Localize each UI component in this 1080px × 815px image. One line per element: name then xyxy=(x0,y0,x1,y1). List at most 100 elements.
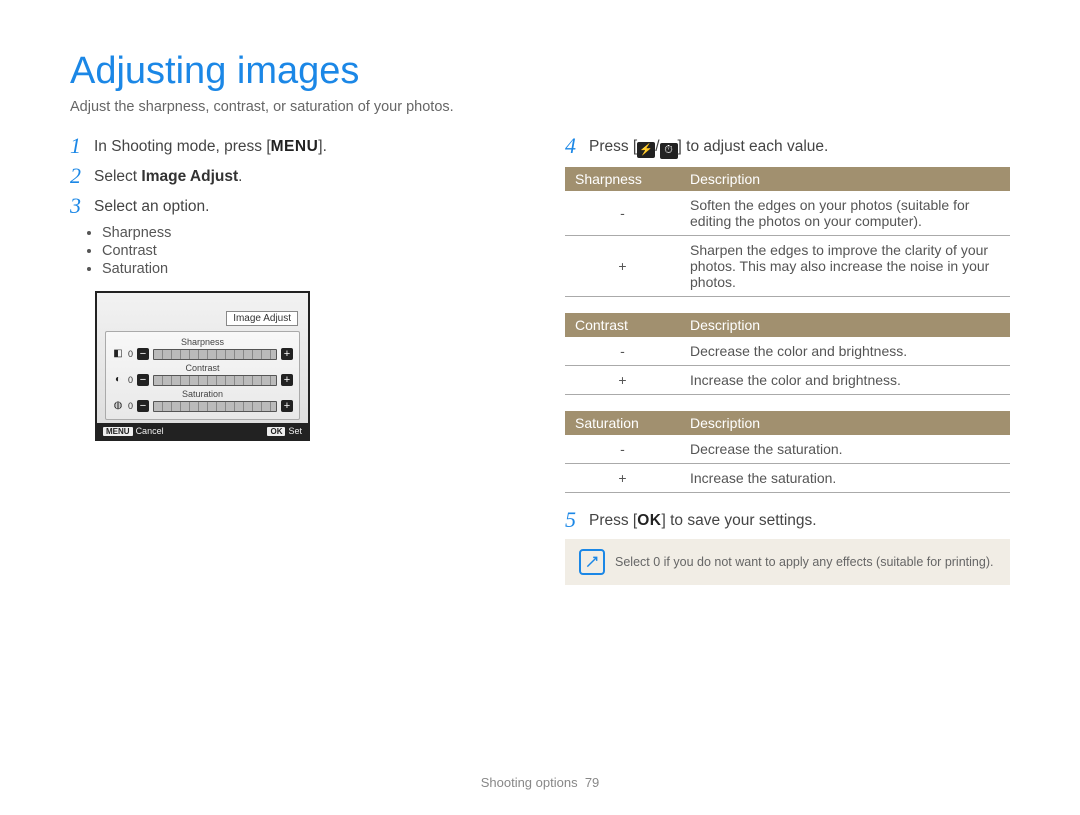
step-text-after: ] to adjust each value. xyxy=(678,138,829,155)
screen-row-contrast: Contrast ◐ 0 − + xyxy=(112,363,293,386)
page-title: Adjusting images xyxy=(70,50,1010,93)
timer-icon: ⏱ xyxy=(660,143,678,159)
ok-key: OK xyxy=(637,512,661,529)
content-columns: 1 In Shooting mode, press [MENU]. 2 Sele… xyxy=(70,135,1010,585)
step-4: 4 Press [⚡/⏱] to adjust each value. xyxy=(565,135,1010,159)
minus-icon: − xyxy=(137,400,149,412)
table-row: +Sharpen the edges to improve the clarit… xyxy=(565,235,1010,296)
screen-row-zero: 0 xyxy=(128,401,133,411)
plus-icon: + xyxy=(281,348,293,360)
slider-track xyxy=(153,349,277,360)
page-subtitle: Adjust the sharpness, contrast, or satur… xyxy=(70,99,1010,115)
contrast-icon: ◐ xyxy=(112,375,124,385)
step-text-before: Press [ xyxy=(589,138,637,155)
screen-set: OKSet xyxy=(267,426,302,436)
th-description: Description xyxy=(680,313,1010,337)
screen-row-zero: 0 xyxy=(128,349,133,359)
contrast-table: ContrastDescription -Decrease the color … xyxy=(565,313,1010,395)
ok-key: OK xyxy=(267,427,285,436)
slider-track xyxy=(153,401,277,412)
cell-desc: Soften the edges on your photos (suitabl… xyxy=(680,191,1010,236)
th-saturation: Saturation xyxy=(565,411,680,435)
screen-set-label: Set xyxy=(288,426,302,436)
step-text-after: ] to save your settings. xyxy=(661,512,816,529)
table-row: -Decrease the saturation. xyxy=(565,435,1010,464)
flash-icon: ⚡ xyxy=(637,142,655,158)
footer-section: Shooting options xyxy=(481,775,578,790)
screen-bottom-bar: MENUCancel OKSet xyxy=(97,423,308,439)
step-number: 4 xyxy=(565,135,589,157)
step-text-before: Select xyxy=(94,168,141,185)
th-sharpness: Sharpness xyxy=(565,167,680,191)
step-text-bold: Image Adjust xyxy=(141,168,238,185)
cell-sign: - xyxy=(565,435,680,464)
page-footer: Shooting options 79 xyxy=(0,775,1080,790)
step-text: In Shooting mode, press [MENU]. xyxy=(94,135,327,156)
table-row: +Increase the saturation. xyxy=(565,463,1010,492)
step-number: 5 xyxy=(565,509,589,531)
cell-desc: Increase the color and brightness. xyxy=(680,365,1010,394)
cell-desc: Sharpen the edges to improve the clarity… xyxy=(680,235,1010,296)
menu-key: MENU xyxy=(271,138,319,156)
screen-title: Image Adjust xyxy=(226,311,298,326)
table-row: +Increase the color and brightness. xyxy=(565,365,1010,394)
right-column: 4 Press [⚡/⏱] to adjust each value. Shar… xyxy=(565,135,1010,585)
screen-cancel: MENUCancel xyxy=(103,426,164,436)
cell-desc: Increase the saturation. xyxy=(680,463,1010,492)
cell-sign: + xyxy=(565,463,680,492)
saturation-icon: ◍ xyxy=(112,401,124,411)
step-3-options: Sharpness Contrast Saturation xyxy=(102,225,515,277)
cell-desc: Decrease the saturation. xyxy=(680,435,1010,464)
screen-row-zero: 0 xyxy=(128,375,133,385)
camera-screen: Image Adjust Sharpness ◧ 0 − + xyxy=(95,291,310,441)
page: Adjusting images Adjust the sharpness, c… xyxy=(0,0,1080,585)
note-icon xyxy=(579,549,605,575)
step-text: Select Image Adjust. xyxy=(94,165,242,186)
cell-sign: - xyxy=(565,191,680,236)
screen-row-sharpness: Sharpness ◧ 0 − + xyxy=(112,337,293,360)
step-2: 2 Select Image Adjust. xyxy=(70,165,515,187)
screen-panel: Sharpness ◧ 0 − + Contrast ◐ xyxy=(105,331,300,420)
sharpness-icon: ◧ xyxy=(112,349,124,359)
step-text: Press [⚡/⏱] to adjust each value. xyxy=(589,135,828,159)
step-text: Press [OK] to save your settings. xyxy=(589,509,817,530)
th-description: Description xyxy=(680,167,1010,191)
cell-sign: - xyxy=(565,337,680,366)
plus-icon: + xyxy=(281,400,293,412)
screen-cancel-label: Cancel xyxy=(136,426,164,436)
screen-row-saturation: Saturation ◍ 0 − + xyxy=(112,389,293,412)
screen-row-bar: ◍ 0 − + xyxy=(112,400,293,412)
screen-row-bar: ◐ 0 − + xyxy=(112,374,293,386)
note-text: Select 0 if you do not want to apply any… xyxy=(615,555,993,569)
footer-page: 79 xyxy=(585,775,599,790)
step-text-after: ]. xyxy=(318,138,327,155)
minus-icon: − xyxy=(137,374,149,386)
option-sharpness: Sharpness xyxy=(102,225,515,241)
screen-top: Image Adjust xyxy=(97,293,308,331)
slider-track xyxy=(153,375,277,386)
th-description: Description xyxy=(680,411,1010,435)
option-contrast: Contrast xyxy=(102,243,515,259)
saturation-table: SaturationDescription -Decrease the satu… xyxy=(565,411,1010,493)
screen-row-label: Saturation xyxy=(112,389,293,399)
menu-key: MENU xyxy=(103,427,133,436)
table-row: -Soften the edges on your photos (suitab… xyxy=(565,191,1010,236)
step-5: 5 Press [OK] to save your settings. xyxy=(565,509,1010,531)
step-text-after: . xyxy=(238,168,242,185)
step-text-before: In Shooting mode, press [ xyxy=(94,138,271,155)
slash: / xyxy=(655,138,659,155)
left-column: 1 In Shooting mode, press [MENU]. 2 Sele… xyxy=(70,135,515,585)
step-1: 1 In Shooting mode, press [MENU]. xyxy=(70,135,515,157)
cell-sign: + xyxy=(565,365,680,394)
step-3: 3 Select an option. xyxy=(70,195,515,217)
table-row: -Decrease the color and brightness. xyxy=(565,337,1010,366)
note-box: Select 0 if you do not want to apply any… xyxy=(565,539,1010,585)
plus-icon: + xyxy=(281,374,293,386)
screen-row-label: Contrast xyxy=(112,363,293,373)
step-text: Select an option. xyxy=(94,195,209,216)
step-number: 3 xyxy=(70,195,94,217)
screen-row-label: Sharpness xyxy=(112,337,293,347)
option-saturation: Saturation xyxy=(102,261,515,277)
cell-sign: + xyxy=(565,235,680,296)
step-number: 1 xyxy=(70,135,94,157)
